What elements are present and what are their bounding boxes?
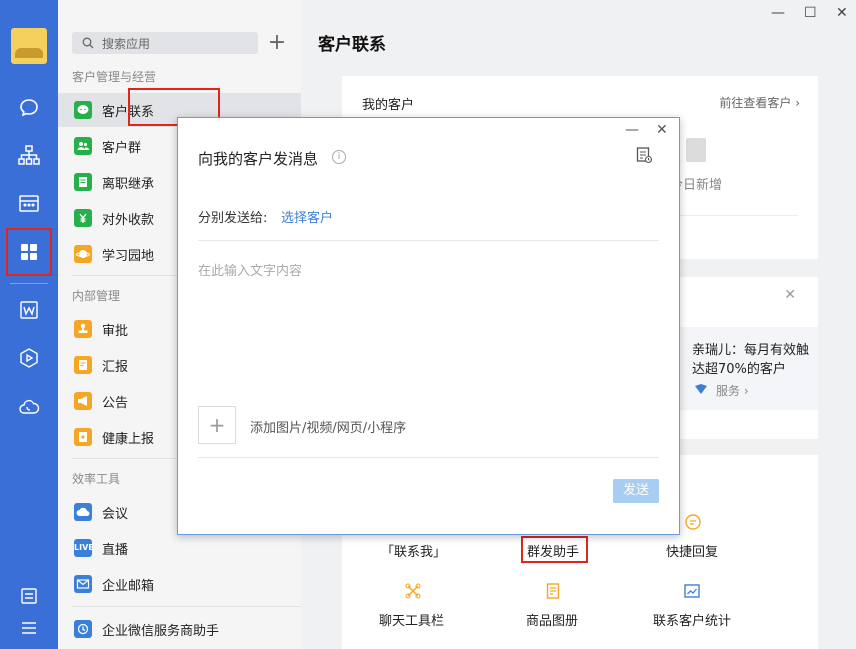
highlight-box-mass-send (521, 536, 588, 563)
chat-bubble-icon (74, 101, 92, 119)
app-label: 企业微信服务商助手 (102, 624, 220, 639)
view-customers-link[interactable]: 前往查看客户 (719, 94, 800, 111)
search-icon (82, 37, 94, 49)
avatar[interactable] (11, 28, 47, 64)
divider (198, 240, 659, 241)
app-label: 离职继承 (102, 177, 155, 192)
my-customers-label: 我的客户 (362, 98, 415, 113)
tool-chat-toolbar[interactable]: 聊天工具栏 (379, 610, 444, 629)
maximize-icon[interactable]: ☐ (804, 5, 817, 21)
app-label: 公告 (102, 396, 129, 411)
app-label: 健康上报 (102, 432, 155, 447)
message-textarea[interactable]: 在此输入文字内容 (198, 253, 659, 393)
quick-reply-icon (685, 514, 701, 530)
chat-toolbar-icon (405, 583, 421, 599)
mail-icon (74, 575, 92, 593)
group-icon (74, 137, 92, 155)
divider (10, 283, 48, 284)
tool-catalog[interactable]: 商品图册 (526, 610, 578, 629)
stamp-icon (74, 320, 92, 338)
cloud-meeting-icon (74, 503, 92, 521)
promo-text: 亲瑞儿：每月有效触达超70%的客户 (692, 343, 810, 377)
dialog-minimize-icon[interactable]: — (625, 122, 639, 138)
service-label[interactable]: 服务 › (716, 382, 749, 399)
promo-case-box[interactable]: 亲瑞儿：每月有效触达超70%的客户 服务 › (680, 327, 818, 410)
app-label: 企业邮箱 (102, 579, 155, 594)
attachment-label: 添加图片/视频/网页/小程序 (250, 421, 407, 436)
assistant-icon (74, 620, 92, 638)
app-item-live[interactable]: LIVE 直播 (58, 531, 301, 565)
dialog-title: 向我的客户发消息 (198, 150, 319, 168)
page-title: 客户联系 (318, 35, 386, 55)
send-to-label: 分别发送给: (198, 211, 268, 226)
app-label: 学习园地 (102, 249, 155, 264)
app-label: 审批 (102, 324, 129, 339)
search-input[interactable]: 搜索应用 (72, 32, 258, 54)
yen-icon (74, 209, 92, 227)
message-placeholder: 在此输入文字内容 (198, 264, 303, 279)
stats-chart-icon (684, 584, 700, 598)
report-icon (74, 356, 92, 374)
catalog-icon (546, 583, 560, 599)
divider (198, 457, 659, 458)
settings-panel-icon[interactable] (14, 581, 44, 611)
close-promo-icon[interactable]: ✕ (784, 287, 796, 303)
app-label: 汇报 (102, 360, 129, 375)
service-icon (695, 384, 707, 394)
app-label: 客户群 (102, 141, 142, 156)
calendar-icon[interactable] (14, 188, 44, 218)
org-chart-icon[interactable] (14, 140, 44, 170)
app-item-helper[interactable]: 企业微信服务商助手 (58, 612, 301, 646)
dialog-close-icon[interactable]: ✕ (656, 122, 668, 138)
document-w-icon[interactable] (14, 295, 44, 325)
search-placeholder: 搜索应用 (102, 37, 151, 51)
stat-illustration-icon (686, 138, 706, 162)
highlight-box-apps (6, 228, 52, 276)
section-internal-label: 内部管理 (72, 289, 121, 303)
send-message-dialog: — ✕ 向我的客户发消息 i 分别发送给: 选择客户 在此输入文字内容 + 添加… (177, 117, 680, 535)
live-icon: LIVE (74, 539, 94, 557)
app-label: 直播 (102, 543, 129, 558)
cube-icon[interactable] (14, 343, 44, 373)
megaphone-icon (74, 392, 92, 410)
message-icon[interactable] (14, 93, 44, 123)
health-report-icon (74, 428, 92, 446)
info-icon[interactable]: i (332, 150, 346, 164)
app-label: 会议 (102, 507, 129, 522)
cloud-phone-icon[interactable] (14, 392, 44, 422)
nav-rail (0, 0, 58, 649)
section-customer-label: 客户管理与经营 (72, 70, 157, 84)
app-item-mail[interactable]: 企业邮箱 (58, 567, 301, 601)
divider (672, 215, 798, 216)
add-app-button[interactable]: + (264, 30, 290, 56)
document-icon (74, 173, 92, 191)
tool-quick-reply[interactable]: 快捷回复 (666, 541, 718, 560)
tool-contact-me[interactable]: 「联系我」 (381, 541, 446, 560)
send-button[interactable]: 发送 (613, 479, 659, 503)
tool-stats[interactable]: 联系客户统计 (653, 610, 731, 629)
choose-customers-link[interactable]: 选择客户 (281, 207, 333, 226)
history-list-icon[interactable] (635, 146, 653, 164)
section-efficiency-label: 效率工具 (72, 472, 121, 486)
planet-icon (74, 245, 92, 263)
minimize-icon[interactable]: — (771, 5, 785, 21)
app-label: 对外收款 (102, 213, 155, 228)
menu-icon[interactable] (14, 613, 44, 643)
divider (72, 606, 301, 607)
close-icon[interactable]: ✕ (836, 5, 848, 21)
add-attachment-button[interactable]: + (198, 406, 236, 444)
